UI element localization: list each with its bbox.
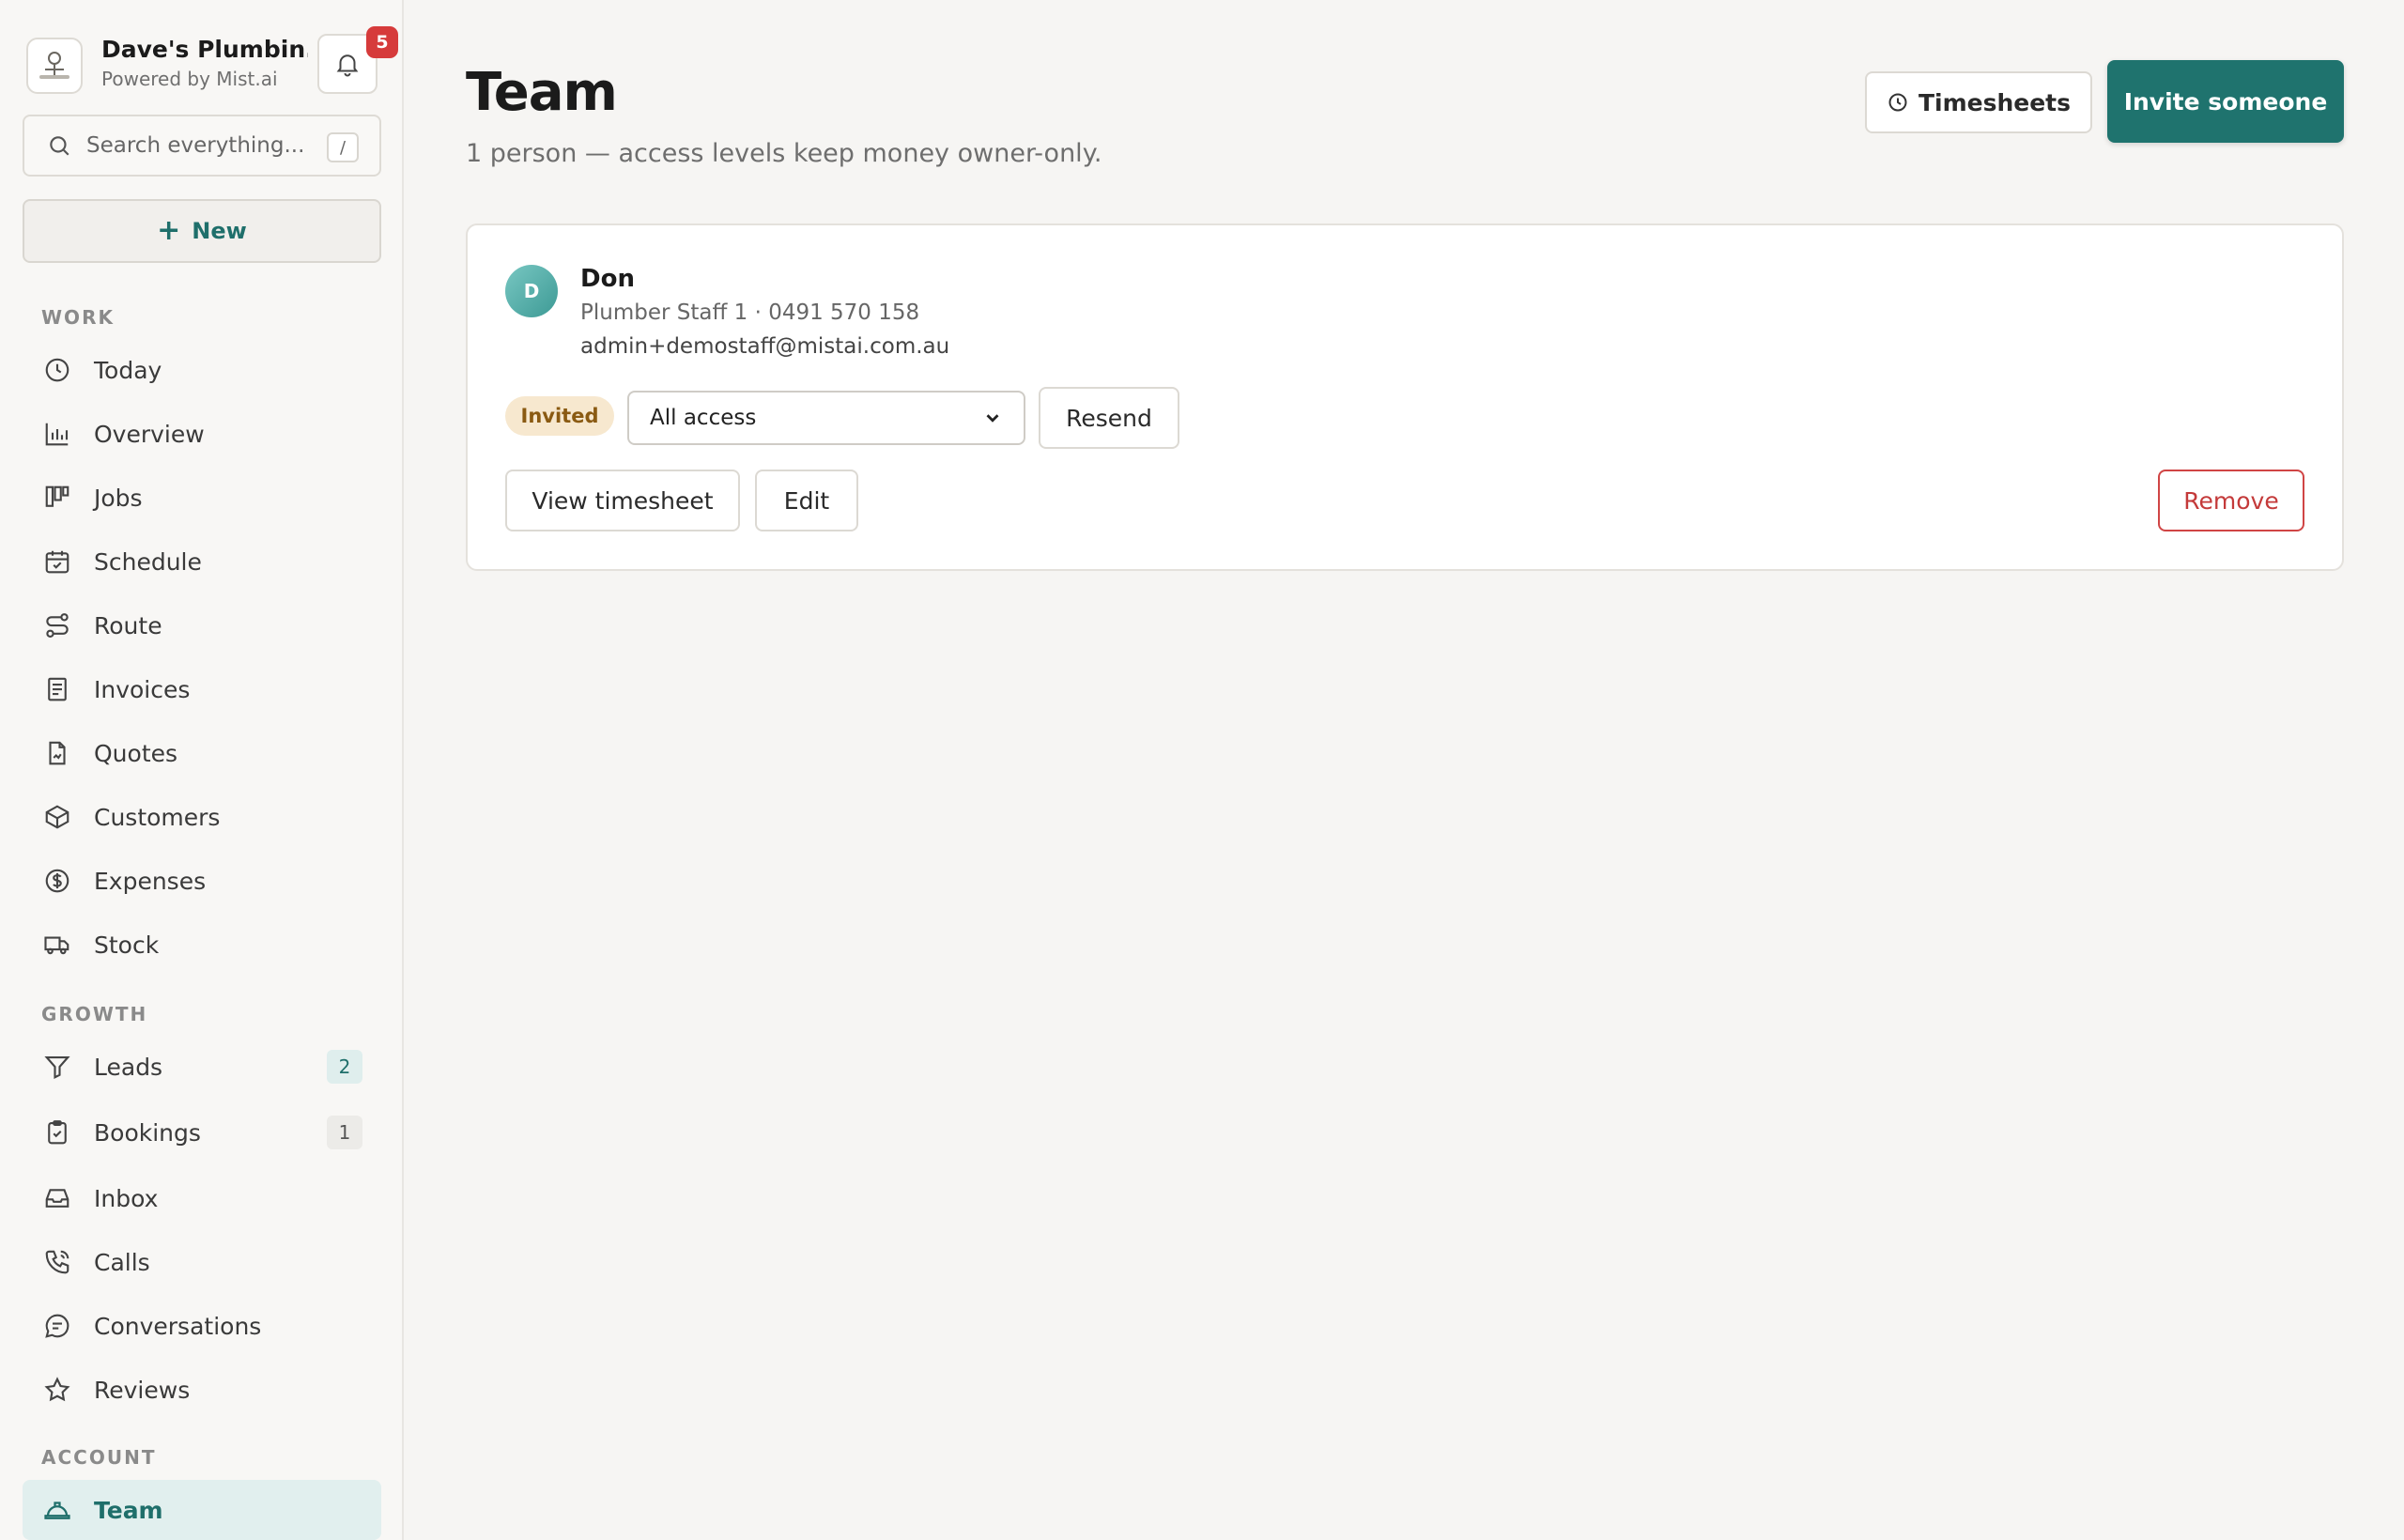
calendar-check-icon xyxy=(41,546,73,578)
bell-icon xyxy=(336,54,359,77)
invite-someone-button[interactable]: Invite someone xyxy=(2107,60,2344,143)
sidebar-item-label: Quotes xyxy=(94,739,178,767)
leads-count-badge: 2 xyxy=(327,1050,362,1084)
member-name: Don xyxy=(580,265,635,293)
search-shortcut-key: / xyxy=(327,132,359,162)
clock-icon xyxy=(1888,93,1907,112)
sidebar-item-leads[interactable]: Leads 2 xyxy=(23,1037,381,1097)
sidebar-item-label: Expenses xyxy=(94,867,207,895)
timesheets-button[interactable]: Timesheets xyxy=(1865,71,2092,133)
sidebar-item-bookings[interactable]: Bookings 1 xyxy=(23,1102,381,1163)
sidebar-item-overview[interactable]: Overview xyxy=(23,404,381,464)
chevron-down-icon xyxy=(986,414,999,423)
sidebar-item-label: Jobs xyxy=(94,484,143,512)
member-role-phone: Plumber Staff 1 · 0491 570 158 xyxy=(580,300,920,325)
powered-by: Powered by Mist.ai xyxy=(101,68,278,90)
notifications-button[interactable]: 5 xyxy=(317,26,398,94)
box-icon xyxy=(41,801,73,833)
clock-icon xyxy=(41,354,73,386)
sidebar: Dave's Plumbin... Powered by Mist.ai 5 /… xyxy=(0,0,404,1540)
sidebar-item-label: Inbox xyxy=(94,1184,159,1212)
avatar: D xyxy=(505,265,558,317)
funnel-icon xyxy=(41,1051,73,1083)
chat-icon xyxy=(41,1310,73,1342)
sidebar-item-expenses[interactable]: Expenses xyxy=(23,851,381,911)
sidebar-item-label: Today xyxy=(94,356,162,384)
sidebar-item-label: Invoices xyxy=(94,675,191,703)
notification-count-badge: 5 xyxy=(366,26,398,58)
page-subtitle: 1 person — access levels keep money owne… xyxy=(466,139,1102,168)
sidebar-item-calls[interactable]: Calls xyxy=(23,1232,381,1292)
view-timesheet-button[interactable]: View timesheet xyxy=(505,470,740,531)
sidebar-item-stock[interactable]: Stock xyxy=(23,915,381,975)
edit-button[interactable]: Edit xyxy=(755,470,858,531)
inbox-icon xyxy=(41,1182,73,1214)
sidebar-item-inbox[interactable]: Inbox xyxy=(23,1168,381,1228)
search-icon xyxy=(50,136,69,156)
sidebar-item-today[interactable]: Today xyxy=(23,340,381,400)
sidebar-item-label: Route xyxy=(94,611,162,639)
section-label-growth: GROWTH xyxy=(41,1003,148,1025)
sidebar-item-label: Bookings xyxy=(94,1118,201,1147)
sidebar-item-invoices[interactable]: Invoices xyxy=(23,659,381,719)
kanban-icon xyxy=(41,482,73,514)
sidebar-item-label: Stock xyxy=(94,931,160,959)
sidebar-item-route[interactable]: Route xyxy=(23,595,381,655)
timesheets-button-label: Timesheets xyxy=(1918,88,2072,116)
new-button[interactable]: + New xyxy=(23,199,381,263)
remove-button[interactable]: Remove xyxy=(2158,470,2304,531)
bookings-count-badge: 1 xyxy=(327,1116,362,1149)
member-email: admin+demostaff@mistai.com.au xyxy=(580,334,950,359)
access-level-select[interactable]: All access xyxy=(627,391,1025,445)
page-title: Team xyxy=(466,62,618,123)
logo-icon xyxy=(39,52,69,79)
clipboard-check-icon xyxy=(41,1116,73,1148)
document-icon xyxy=(41,737,73,769)
sidebar-item-label: Team xyxy=(94,1496,163,1524)
sidebar-item-schedule[interactable]: Schedule xyxy=(23,531,381,592)
status-badge: Invited xyxy=(505,396,614,436)
sidebar-item-quotes[interactable]: Quotes xyxy=(23,723,381,783)
search-input[interactable] xyxy=(86,133,312,158)
sidebar-item-label: Calls xyxy=(94,1248,150,1276)
brand-header: Dave's Plumbin... Powered by Mist.ai 5 xyxy=(26,26,398,100)
sidebar-item-label: Leads xyxy=(94,1053,163,1081)
team-member-card: D Don Plumber Staff 1 · 0491 570 158 adm… xyxy=(466,223,2344,571)
star-icon xyxy=(41,1374,73,1406)
sidebar-item-label: Schedule xyxy=(94,547,202,576)
access-level-value: All access xyxy=(650,406,757,430)
hardhat-icon xyxy=(41,1494,73,1526)
new-button-label: New xyxy=(192,218,247,244)
receipt-icon xyxy=(41,673,73,705)
sidebar-item-label: Reviews xyxy=(94,1376,191,1404)
search-box[interactable]: / xyxy=(23,115,381,177)
plus-icon: + xyxy=(157,214,181,247)
sidebar-item-jobs[interactable]: Jobs xyxy=(23,468,381,528)
business-name: Dave's Plumbin... xyxy=(101,36,308,63)
sidebar-item-team[interactable]: Team xyxy=(23,1480,381,1540)
bar-chart-icon xyxy=(41,418,73,450)
sidebar-item-customers[interactable]: Customers xyxy=(23,787,381,847)
sidebar-item-label: Conversations xyxy=(94,1312,262,1340)
dollar-circle-icon xyxy=(41,865,73,897)
sidebar-item-label: Overview xyxy=(94,420,205,448)
business-logo[interactable] xyxy=(26,38,83,94)
sidebar-item-reviews[interactable]: Reviews xyxy=(23,1360,381,1420)
route-icon xyxy=(41,609,73,641)
phone-icon xyxy=(41,1246,73,1278)
section-label-account: ACCOUNT xyxy=(41,1446,157,1469)
resend-button[interactable]: Resend xyxy=(1039,387,1179,449)
sidebar-item-label: Customers xyxy=(94,803,221,831)
sidebar-item-conversations[interactable]: Conversations xyxy=(23,1296,381,1356)
section-label-work: WORK xyxy=(41,306,115,329)
truck-icon xyxy=(41,929,73,961)
